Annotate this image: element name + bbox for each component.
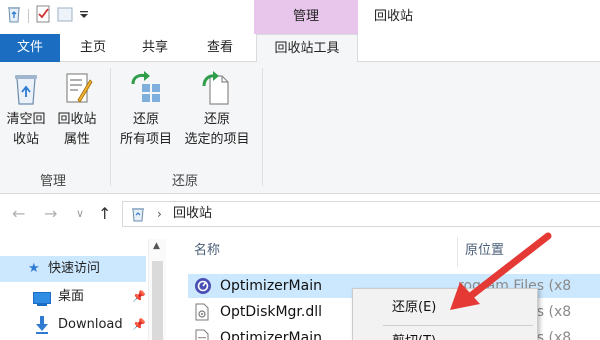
button-label-line2: 收站 [12,132,39,147]
recycle-bin-properties-icon [60,70,94,106]
breadcrumb-recycle-bin[interactable]: 回收站 [173,202,212,226]
toolbar-separator [28,9,29,23]
file-name: OptimizerMain [220,330,322,340]
recent-locations-chevron-icon[interactable]: ∨ [76,195,84,233]
restore-all-icon [129,70,163,106]
tab-view[interactable]: 查看 [190,34,250,62]
restore-all-button[interactable]: 还原 所有项目 [114,70,178,150]
back-arrow-icon[interactable]: ← [12,195,25,233]
download-arrow-icon [35,316,49,340]
breadcrumb-chevron-icon[interactable]: › [157,202,162,226]
button-label-line2: 选定的项目 [184,132,250,147]
button-label-line2: 属性 [63,132,90,147]
group-label-manage: 管理 [39,174,66,189]
new-folder-icon[interactable] [57,5,73,27]
tab-file[interactable]: 文件 [0,34,60,62]
column-header-original-location[interactable]: 原位置 [465,233,504,269]
ribbon-tabs: 文件 主页 共享 查看 回收站工具 [0,34,600,63]
group-label-restore: 还原 [171,174,198,189]
button-label-line1: 回收站 [57,112,97,127]
group-separator [262,68,263,186]
file-name: OptimizerMain [220,278,322,294]
group-separator [110,68,111,186]
restore-selected-button[interactable]: 还原 选定的项目 [178,70,256,150]
tab-share[interactable]: 共享 [124,34,186,62]
empty-recycle-bin-button[interactable]: 清空回 收站 [2,70,50,150]
navigation-bar: ← → ∨ ↑ › 回收站 [0,195,600,233]
nav-item-quick-access[interactable]: ★ 快速访问 [0,256,146,282]
customize-qat-icon[interactable] [79,5,89,27]
nav-item-desktop[interactable]: 桌面 📌 [0,284,146,310]
window-title: 回收站 [374,9,414,24]
nav-item-downloads[interactable]: Download 📌 [0,312,146,338]
file-name: OptDiskMgr.dll [220,304,323,320]
column-separator[interactable] [457,237,458,267]
tab-home[interactable]: 主页 [66,34,120,62]
nav-item-label: 桌面 [58,289,85,304]
menu-divider [383,325,533,326]
recycle-bin-icon [131,206,145,226]
button-label-line2: 所有项目 [119,132,172,147]
restore-selected-icon [200,70,234,106]
button-label-line1: 还原 [132,112,159,127]
context-menu-restore[interactable]: 还原(E) [354,295,536,321]
scrollbar-thumb[interactable] [152,261,163,340]
pin-icon[interactable]: 📌 [132,312,146,338]
context-menu-cut[interactable]: 剪切(T) [354,329,536,340]
tab-recycle-bin-tools[interactable]: 回收站工具 [256,34,358,63]
empty-recycle-bin-icon [9,70,43,106]
star-icon: ★ [28,261,40,276]
up-arrow-icon[interactable]: ↑ [98,195,111,233]
forward-arrow-icon[interactable]: → [44,195,57,233]
file-icon [194,329,210,340]
button-label-line1: 还原 [203,112,230,127]
button-label-line1: 清空回 [6,112,46,127]
title-bar: 管理 回收站 [0,0,600,34]
navigation-pane-scrollbar[interactable]: ▲ [148,239,166,340]
context-tab-group-title: 管理 [292,9,319,24]
nav-item-label: 快速访问 [48,261,101,276]
ribbon-panel: 清空回 收站 回收站 属性 管理 还原 所有项目 还原 选定的项目 还原 [0,62,600,194]
scroll-up-icon[interactable]: ▲ [153,241,160,251]
address-bar[interactable]: › 回收站 [122,201,600,227]
context-menu: 还原(E) 剪切(T) [352,288,538,340]
recycle-bin-icon[interactable] [6,5,22,27]
recycle-bin-properties-button[interactable]: 回收站 属性 [52,70,102,150]
properties-check-icon[interactable] [35,5,51,27]
nav-item-label: Download [58,317,123,332]
navigation-pane: ★ 快速访问 桌面 📌 Download 📌 ▲ [0,233,170,340]
pin-icon[interactable]: 📌 [132,284,146,310]
quick-access-toolbar [6,5,89,27]
column-header-name[interactable]: 名称 [194,233,220,269]
